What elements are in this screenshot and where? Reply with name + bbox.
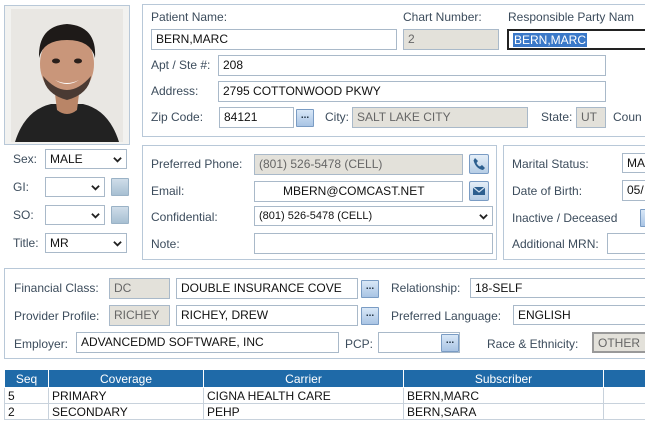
marital-status-label: Marital Status:	[512, 157, 589, 171]
city-label: City:	[325, 110, 349, 124]
carrier-cell: PEHP	[203, 403, 404, 420]
chevron-down-icon	[91, 185, 100, 191]
sex-select[interactable]: MALE	[45, 149, 127, 169]
so-lookup-button[interactable]	[111, 206, 129, 224]
county-label: Coun	[613, 110, 642, 124]
financial-class-label: Financial Class:	[14, 281, 99, 295]
seq-cell: 5	[4, 387, 49, 404]
provider-profile-lookup-button[interactable]: ...	[361, 307, 379, 325]
carrier-cell: CIGNA HEALTH CARE	[203, 387, 404, 404]
pcp-lookup-button[interactable]: ...	[441, 334, 459, 352]
preferred-language-select[interactable]: ENGLISH	[513, 305, 645, 325]
responsible-party-value: BERN,MARC	[513, 33, 588, 47]
subscriber-cell: BERN,MARC	[403, 387, 604, 404]
financial-class-input[interactable]: DOUBLE INSURANCE COVE	[176, 278, 358, 299]
zip-code-input[interactable]: 84121	[219, 107, 294, 128]
provider-profile-label: Provider Profile:	[14, 309, 100, 323]
chevron-down-icon	[113, 241, 122, 247]
preferred-language-label: Preferred Language:	[391, 309, 502, 323]
financial-class-lookup-button[interactable]: ...	[361, 280, 379, 298]
employer-input[interactable]: ADVANCEDMD SOFTWARE, INC	[76, 332, 339, 353]
coverage-header-row: Seq Coverage Carrier Subscriber	[4, 369, 645, 388]
table-row[interactable]: 2 SECONDARY PEHP BERN,SARA	[4, 403, 645, 420]
state-label: State:	[541, 110, 573, 124]
column-header-coverage[interactable]: Coverage	[48, 369, 204, 388]
date-of-birth-input[interactable]: 05/	[622, 180, 645, 201]
date-of-birth-label: Date of Birth:	[512, 184, 583, 198]
subscriber-cell: BERN,SARA	[403, 403, 604, 420]
chart-number-input[interactable]: 2	[403, 29, 499, 50]
relationship-select[interactable]: 18-SELF	[470, 278, 645, 298]
provider-profile-input[interactable]: RICHEY, DREW	[176, 305, 358, 326]
email-label: Email:	[151, 184, 185, 198]
inactive-deceased-label: Inactive / Deceased	[512, 211, 618, 225]
patient-photo[interactable]	[4, 5, 130, 145]
extra-cell	[603, 403, 645, 420]
marital-status-select[interactable]: MA	[622, 153, 645, 173]
column-header-seq[interactable]: Seq	[4, 369, 49, 388]
responsible-party-label: Responsible Party Nam	[508, 10, 635, 24]
chevron-down-icon	[91, 213, 100, 219]
coverage-cell: PRIMARY	[48, 387, 204, 404]
preferred-phone-input[interactable]: (801) 526-5478 (CELL)	[254, 154, 463, 175]
title-select[interactable]: MR	[45, 233, 127, 253]
title-label: Title:	[13, 236, 39, 250]
sex-label: Sex:	[13, 152, 38, 166]
address-input[interactable]: 2795 COTTONWOOD PKWY	[218, 81, 606, 102]
patient-name-label: Patient Name:	[151, 10, 228, 24]
additional-mrn-input[interactable]	[607, 233, 645, 254]
email-input[interactable]: MBERN@COMCAST.NET	[254, 181, 463, 202]
confidential-label: Confidential:	[151, 210, 218, 224]
column-header-carrier[interactable]: Carrier	[203, 369, 404, 388]
financial-class-code[interactable]: DC	[109, 278, 170, 299]
responsible-party-input[interactable]: BERN,MARC	[507, 29, 645, 50]
sex-value: MALE	[50, 152, 83, 166]
zip-code-label: Zip Code:	[151, 110, 204, 124]
apt-label: Apt / Ste #:	[151, 58, 211, 72]
table-row[interactable]: 5 PRIMARY CIGNA HEALTH CARE BERN,MARC	[4, 387, 645, 404]
envelope-icon	[472, 186, 486, 195]
note-input[interactable]	[254, 233, 493, 254]
gi-label: GI:	[13, 180, 30, 194]
pcp-label: PCP:	[345, 337, 374, 351]
phone-icon	[473, 158, 485, 170]
address-label: Address:	[151, 84, 199, 98]
provider-profile-code[interactable]: RICHEY	[109, 305, 170, 326]
title-value: MR	[50, 236, 69, 250]
note-label: Note:	[151, 237, 180, 251]
column-header-subscriber[interactable]: Subscriber	[403, 369, 604, 388]
additional-mrn-label: Additional MRN:	[512, 237, 599, 251]
confidential-value: (801) 526-5478 (CELL)	[259, 210, 373, 222]
so-label: SO:	[13, 208, 34, 222]
gi-lookup-button[interactable]	[111, 178, 129, 196]
race-ethnicity-input[interactable]: OTHER	[592, 332, 645, 353]
inactive-deceased-button[interactable]	[640, 209, 645, 227]
gi-select[interactable]	[45, 177, 105, 197]
zip-lookup-button[interactable]: ...	[296, 109, 314, 127]
coverage-table: Seq Coverage Carrier Subscriber 5 PRIMAR…	[4, 369, 645, 420]
race-ethnicity-label: Race & Ethnicity:	[487, 337, 579, 351]
confidential-select[interactable]: (801) 526-5478 (CELL)	[254, 206, 493, 226]
relationship-label: Relationship:	[391, 281, 461, 295]
apt-input[interactable]: 208	[218, 55, 606, 76]
patient-name-input[interactable]: BERN,MARC	[151, 29, 397, 50]
coverage-cell: SECONDARY	[48, 403, 204, 420]
phone-button[interactable]	[469, 154, 489, 174]
so-select[interactable]	[45, 205, 105, 225]
chevron-down-icon	[479, 214, 488, 220]
email-button[interactable]	[469, 181, 489, 201]
employer-label: Employer:	[14, 337, 69, 351]
city-input[interactable]: SALT LAKE CITY	[352, 107, 528, 128]
state-input[interactable]: UT	[576, 107, 606, 128]
chart-number-label: Chart Number:	[403, 10, 482, 24]
seq-cell: 2	[4, 403, 49, 420]
column-header-extra	[603, 369, 645, 388]
chevron-down-icon	[113, 157, 122, 163]
preferred-phone-label: Preferred Phone:	[151, 157, 243, 171]
extra-cell	[603, 387, 645, 404]
patient-photo-image	[5, 6, 129, 144]
